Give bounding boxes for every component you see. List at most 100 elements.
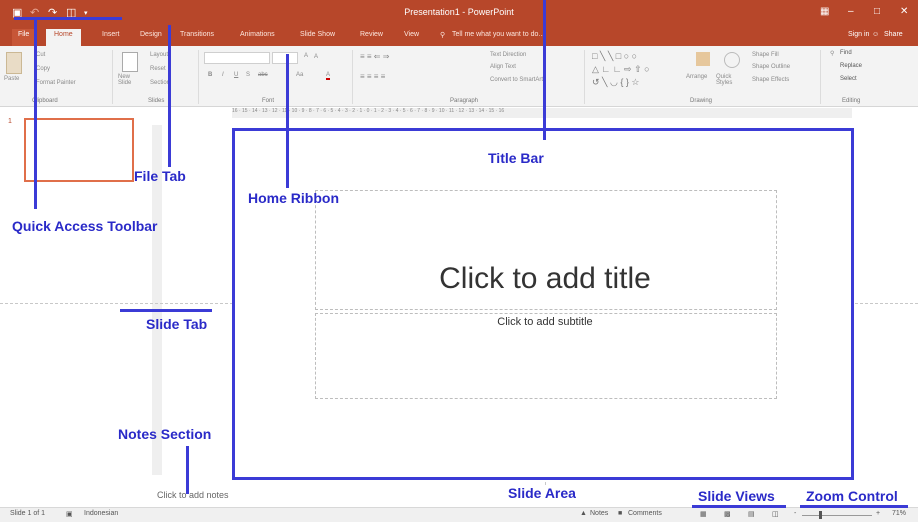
shape-effects-button[interactable]: Shape Effects (752, 77, 789, 83)
find-button[interactable]: Find (840, 50, 852, 56)
new-slide-icon[interactable] (122, 52, 138, 72)
tab-slide-show[interactable]: Slide Show (300, 31, 335, 38)
comments-button[interactable]: Comments (628, 510, 662, 517)
status-bar: Slide 1 of 1 ▣ Indonesian ▲ Notes ■ Comm… (0, 507, 918, 522)
replace-button[interactable]: Replace (840, 63, 862, 69)
shapes-gallery[interactable]: □ ╲ ╲ □ ○ ○ △ ∟ ∟ ⇨ ⇧ ○ ↺ ╲ ◡ { } ☆ (592, 50, 654, 92)
title-placeholder-text[interactable]: Click to add title (315, 262, 775, 296)
layout-button[interactable]: Layout (150, 52, 168, 58)
font-name-field[interactable] (204, 52, 270, 64)
section-button[interactable]: Section (150, 80, 170, 86)
annotation-line (186, 446, 189, 494)
smartart-button[interactable]: Convert to SmartArt (490, 77, 543, 83)
notes-icon: ▲ (580, 510, 587, 517)
arrange-button[interactable]: Arrange (686, 74, 707, 80)
strikethrough-button[interactable]: abc (258, 72, 268, 78)
annotation-slide-tab: Slide Tab (146, 316, 208, 332)
zoom-out-button[interactable]: - (794, 510, 796, 517)
subtitle-placeholder-text[interactable]: Click to add subtitle (315, 316, 775, 328)
slideshow-view-icon[interactable]: ◫ (772, 510, 779, 518)
group-label-drawing: Drawing (690, 98, 713, 104)
slide-count: Slide 1 of 1 (10, 510, 46, 517)
font-shrink-button[interactable]: A (314, 54, 318, 60)
horizontal-ruler: 16 · 15 · 14 · 13 · 12 · 11 · 10 · 9 · 8… (232, 108, 852, 118)
notes-button[interactable]: Notes (590, 510, 608, 517)
annotation-file-tab: File Tab (134, 168, 186, 184)
minimize-button[interactable]: – (848, 6, 854, 17)
underline-button[interactable]: U (234, 72, 238, 78)
group-label-slides: Slides (148, 98, 165, 104)
annotation-home-ribbon: Home Ribbon (248, 190, 339, 206)
maximize-button[interactable]: □ (874, 6, 880, 17)
zoom-slider-track[interactable] (802, 515, 872, 516)
zoom-in-button[interactable]: + (876, 510, 880, 517)
reset-button[interactable]: Reset (150, 66, 166, 72)
change-case-button[interactable]: Aa (296, 72, 303, 78)
annotation-line (286, 54, 289, 188)
text-direction-button[interactable]: Text Direction (490, 52, 526, 58)
paste-button[interactable]: Paste (4, 76, 19, 82)
align-text-button[interactable]: Align Text (490, 64, 516, 70)
share-button[interactable]: Share (884, 31, 903, 38)
bullets-icon[interactable]: ≡ ≡ ⇐ ⇒ (360, 52, 389, 61)
tab-home[interactable]: Home (46, 29, 81, 46)
group-label-font: Font (262, 98, 275, 104)
slide-sorter-icon[interactable]: ▩ (724, 510, 731, 518)
language-indicator[interactable]: Indonesian (84, 510, 118, 517)
annotation-line (14, 17, 122, 20)
shadow-button[interactable]: S (246, 72, 250, 78)
close-button[interactable]: ✕ (900, 6, 908, 17)
select-button[interactable]: Select (840, 76, 857, 82)
shape-outline-button[interactable]: Shape Outline (752, 64, 790, 70)
paste-icon[interactable] (6, 52, 22, 74)
arrange-icon[interactable] (696, 52, 710, 66)
new-slide-button[interactable]: New Slide (118, 74, 142, 86)
tab-review[interactable]: Review (360, 31, 383, 38)
quick-styles-button[interactable]: Quick Styles (716, 74, 742, 86)
format-painter-button[interactable]: Format Painter (36, 80, 76, 86)
person-icon: ☺ (872, 31, 880, 38)
group-label-paragraph: Paragraph (450, 98, 479, 104)
thumbnail-number: 1 (8, 118, 12, 125)
annotation-line (34, 17, 37, 209)
ribbon-tab-row: File Home Insert Design Transitions Anim… (0, 26, 918, 46)
tab-animations[interactable]: Animations (240, 31, 275, 38)
quick-styles-icon[interactable] (724, 52, 740, 68)
search-icon: ⚲ (830, 51, 835, 57)
font-grow-button[interactable]: A (304, 53, 308, 59)
zoom-slider-thumb[interactable] (819, 511, 823, 519)
cut-button[interactable]: Cut (36, 52, 45, 58)
tab-file[interactable]: File (12, 29, 36, 46)
ribbon-display-icon[interactable]: ▦ (820, 6, 829, 17)
normal-view-icon[interactable]: ▦ (700, 510, 707, 518)
group-label-editing: Editing (842, 98, 861, 104)
bold-button[interactable]: B (208, 72, 212, 78)
tell-me-box[interactable]: Tell me what you want to do... (452, 31, 544, 38)
tab-view[interactable]: View (404, 31, 419, 38)
annotation-line (543, 0, 546, 140)
annotation-quick-access-toolbar: Quick Access Toolbar (12, 218, 158, 234)
spellcheck-icon[interactable]: ▣ (66, 510, 73, 518)
ribbon-separator (584, 50, 585, 104)
tab-transitions[interactable]: Transitions (180, 31, 214, 38)
align-icon[interactable]: ≡ ≡ ≡ ≡ (360, 72, 385, 81)
tab-insert[interactable]: Insert (102, 31, 120, 38)
zoom-level[interactable]: 71% (892, 510, 906, 517)
annotation-title-bar: Title Bar (488, 150, 544, 166)
copy-button[interactable]: Copy (36, 66, 50, 72)
tab-design[interactable]: Design (140, 31, 162, 38)
ribbon-separator (112, 50, 113, 104)
font-size-field[interactable] (272, 52, 298, 64)
font-color-button[interactable]: A (326, 72, 331, 80)
italic-button[interactable]: I (222, 72, 224, 78)
reading-view-icon[interactable]: ▤ (748, 510, 755, 518)
window-title: Presentation1 - PowerPoint (404, 7, 514, 17)
annotation-notes-section: Notes Section (118, 426, 212, 442)
sign-in-link[interactable]: Sign in (848, 31, 869, 38)
slide-thumbnail[interactable] (24, 118, 134, 182)
notes-input[interactable]: Click to add notes (157, 490, 229, 500)
ribbon-separator (352, 50, 353, 104)
title-bar: ▣ ↶ ↷ ◫ ▾ Presentation1 - PowerPoint ▦ –… (0, 0, 918, 26)
ribbon-separator (820, 50, 821, 104)
shape-fill-button[interactable]: Shape Fill (752, 52, 779, 58)
